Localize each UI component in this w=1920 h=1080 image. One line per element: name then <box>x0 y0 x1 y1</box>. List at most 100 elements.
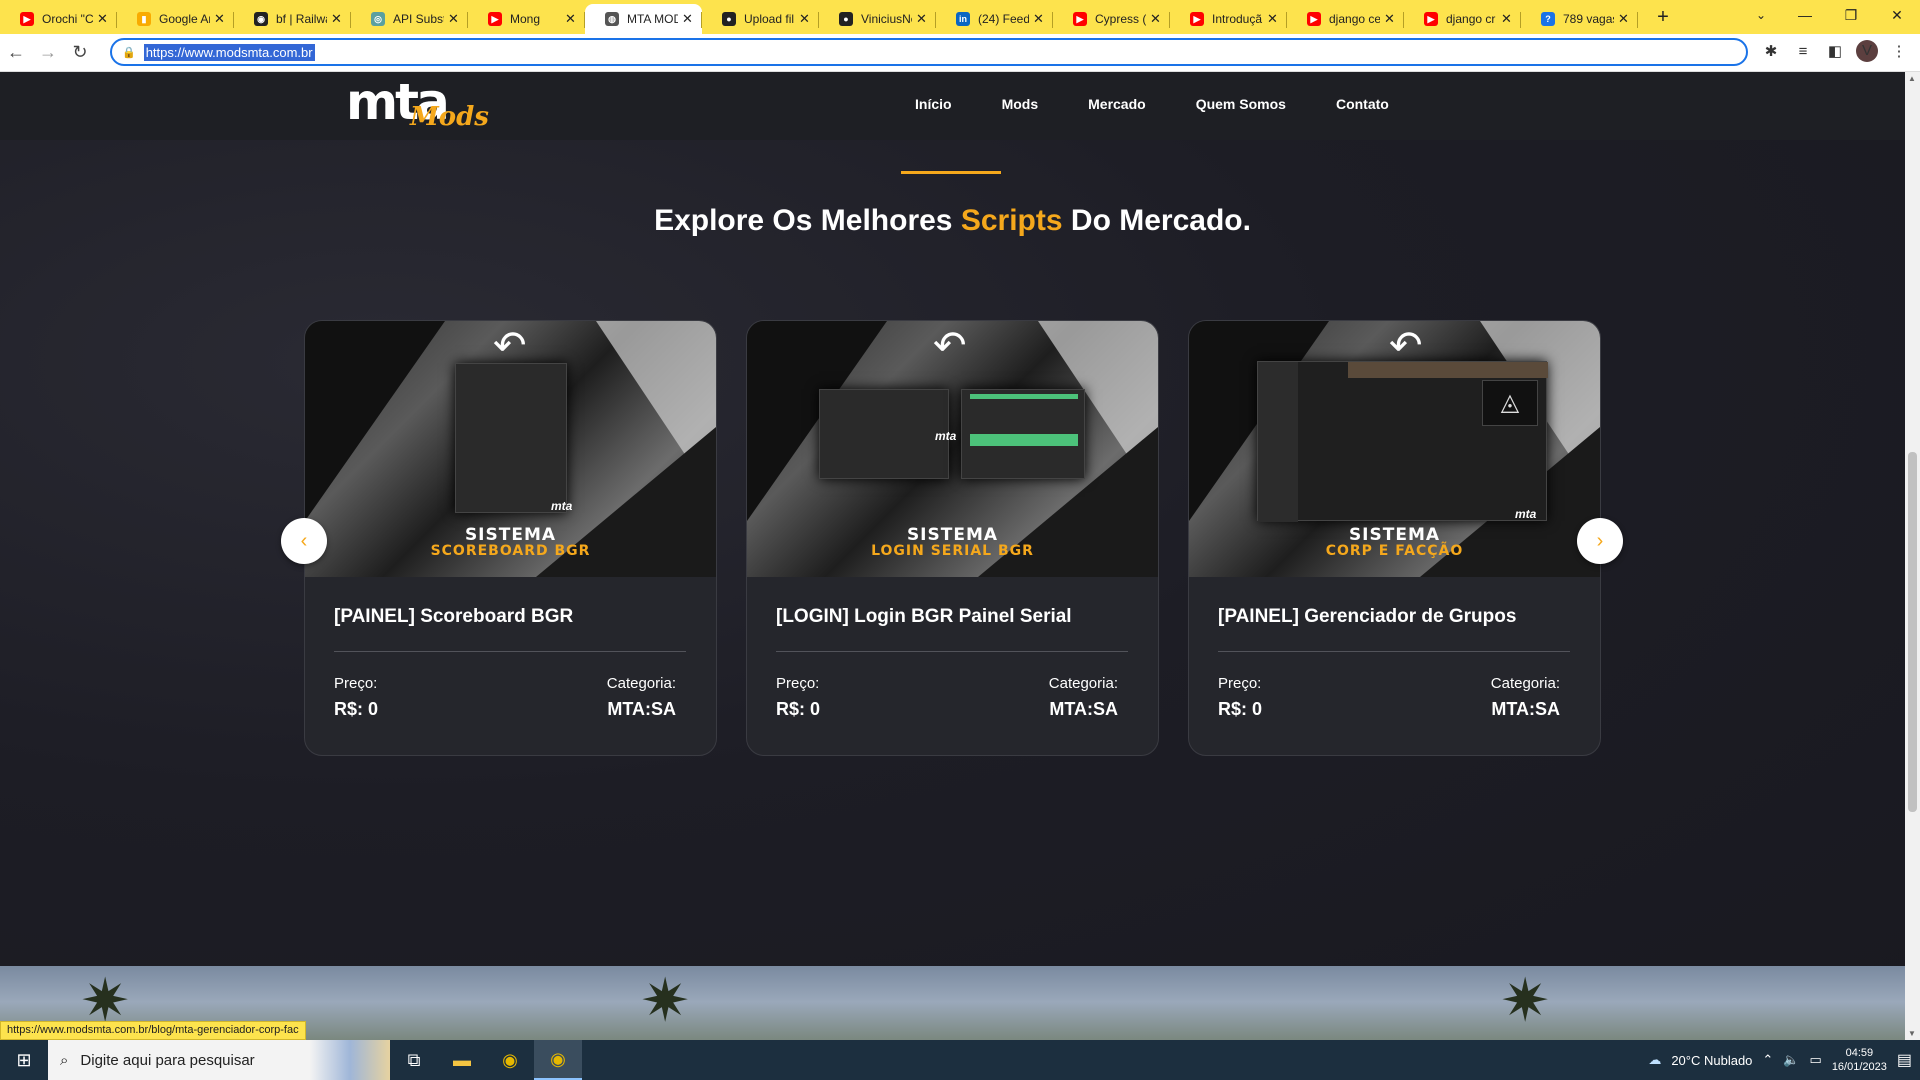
product-title[interactable]: [PAINEL] Scoreboard BGR <box>334 606 573 628</box>
tab-close-icon[interactable]: ✕ <box>1150 11 1162 27</box>
tab-title: Mong <box>510 12 541 26</box>
browser-tab[interactable]: ▶ django ce ✕ <box>1287 4 1404 34</box>
browser-tab[interactable]: ◎ API Subst ✕ <box>351 4 468 34</box>
browser-tab[interactable]: ● ViniciusNe ✕ <box>819 4 936 34</box>
main-nav: Início Mods Mercado Quem Somos Contato <box>915 96 1389 112</box>
price-value: R$: 0 <box>776 699 821 719</box>
site-logo[interactable]: mta Mods <box>346 74 489 138</box>
browser-tab[interactable]: ? 789 vagas ✕ <box>1521 4 1638 34</box>
tab-title: django cr <box>1446 12 1496 26</box>
browser-tab[interactable]: in (24) Feed ✕ <box>936 4 1053 34</box>
extensions-puzzle-icon[interactable]: ✱ <box>1760 42 1782 60</box>
tab-close-icon[interactable]: ✕ <box>565 11 577 27</box>
tab-search-chevron-icon[interactable]: ⌄ <box>1746 0 1776 30</box>
product-title[interactable]: [LOGIN] Login BGR Painel Serial <box>776 606 1072 628</box>
tab-close-icon[interactable]: ✕ <box>331 11 343 27</box>
scrollbar-thumb[interactable] <box>1908 452 1917 812</box>
web-page: mta Mods Início Mods Mercado Quem Somos … <box>0 72 1905 1040</box>
tab-close-icon[interactable]: ✕ <box>682 11 694 27</box>
side-panel-icon[interactable]: ◧ <box>1824 42 1846 60</box>
search-highlight-image <box>310 1040 390 1080</box>
weather-cloud-icon[interactable]: ☁ <box>1648 1052 1661 1068</box>
taskbar-search-placeholder: Digite aqui para pesquisar <box>80 1051 255 1069</box>
browser-tab[interactable]: ◍ MTA MOD ✕ <box>585 4 702 34</box>
chrome-icon[interactable]: ◉ <box>486 1040 534 1080</box>
minimize-button[interactable]: — <box>1782 0 1828 30</box>
tab-title: API Subst <box>393 12 444 26</box>
headline-post: Do Mercado. <box>1070 204 1251 237</box>
product-thumbnail[interactable]: ↶ mta SISTEMA SCOREBOARD BGR <box>305 321 716 577</box>
tab-title: Upload fil <box>744 12 795 26</box>
product-thumbnail[interactable]: ↶ ◬ mta SISTEMA CORP E FACÇÃO <box>1189 321 1600 577</box>
tab-close-icon[interactable]: ✕ <box>1618 11 1630 27</box>
file-explorer-icon[interactable]: ▬ <box>438 1040 486 1080</box>
profile-avatar[interactable]: V <box>1856 40 1878 62</box>
scroll-down-arrow-icon[interactable]: ▼ <box>1908 1029 1916 1038</box>
reload-button[interactable]: ↻ <box>64 42 96 63</box>
menu-kebab-icon[interactable]: ⋮ <box>1888 42 1910 60</box>
scroll-up-arrow-icon[interactable]: ▲ <box>1908 74 1916 83</box>
tab-close-icon[interactable]: ✕ <box>1384 11 1396 27</box>
headline-pre: Explore Os Melhores <box>654 204 953 237</box>
tab-title: (24) Feed <box>978 12 1029 26</box>
tab-title: Introduçã <box>1212 12 1263 26</box>
task-view-icon[interactable]: ⧉ <box>390 1040 438 1080</box>
tab-title: MTA MOD <box>627 12 678 26</box>
nav-quem-somos[interactable]: Quem Somos <box>1196 96 1286 112</box>
tray-chevron-icon[interactable]: ⌃ <box>1762 1052 1773 1068</box>
carousel-prev-button[interactable]: ‹ <box>281 518 327 564</box>
chrome-profile-icon[interactable]: ◉ <box>534 1040 582 1080</box>
tab-close-icon[interactable]: ✕ <box>97 11 109 27</box>
new-tab-button[interactable]: + <box>1648 2 1678 32</box>
card-divider <box>1218 651 1570 652</box>
lock-icon[interactable]: 🔒 <box>122 46 136 59</box>
browser-tab[interactable]: ▶ Orochi "Cl ✕ <box>0 4 117 34</box>
nav-contato[interactable]: Contato <box>1336 96 1389 112</box>
windows-start-icon[interactable]: ⊞ <box>0 1040 48 1080</box>
nav-mods[interactable]: Mods <box>1002 96 1039 112</box>
restore-button[interactable]: ❐ <box>1828 0 1874 30</box>
tab-close-icon[interactable]: ✕ <box>214 11 226 27</box>
weather-text[interactable]: 20°C Nublado <box>1671 1053 1752 1068</box>
volume-icon[interactable]: 🔈 <box>1783 1052 1799 1068</box>
url-input[interactable]: 🔒 https://www.modsmta.com.br <box>110 38 1748 66</box>
palm-tree-icon: ✷ <box>1500 967 1551 1034</box>
notifications-icon[interactable]: ▤ <box>1897 1050 1912 1070</box>
tab-close-icon[interactable]: ✕ <box>448 11 460 27</box>
tab-close-icon[interactable]: ✕ <box>1267 11 1279 27</box>
tab-close-icon[interactable]: ✕ <box>799 11 811 27</box>
carousel-next-button[interactable]: › <box>1577 518 1623 564</box>
nav-mercado[interactable]: Mercado <box>1088 96 1146 112</box>
tab-close-icon[interactable]: ✕ <box>916 11 928 27</box>
screenshot-preview: ◬ <box>1257 361 1548 522</box>
browser-tab[interactable]: ▶ Mong ✕ <box>468 4 585 34</box>
product-card[interactable]: ↶ mta SISTEMA LOGIN SERIAL BGR [LOGIN] L… <box>746 320 1159 756</box>
nav-inicio[interactable]: Início <box>915 96 952 112</box>
forward-button[interactable]: → <box>32 42 64 63</box>
mini-logo: mta <box>1515 507 1537 521</box>
browser-tab[interactable]: ▶ Introduçã ✕ <box>1170 4 1287 34</box>
tab-close-icon[interactable]: ✕ <box>1033 11 1045 27</box>
browser-tab[interactable]: ▶ django cr ✕ <box>1404 4 1521 34</box>
product-title[interactable]: [PAINEL] Gerenciador de Grupos <box>1218 606 1516 628</box>
page-scrollbar[interactable]: ▲ ▼ <box>1905 72 1920 1040</box>
close-window-button[interactable]: ✕ <box>1874 0 1920 30</box>
screenshot-preview <box>961 389 1085 479</box>
mini-logo: mta <box>935 429 957 443</box>
browser-tab[interactable]: ▶ Cypress (C ✕ <box>1053 4 1170 34</box>
tab-list: ▶ Orochi "Cl ✕ ▮ Google An ✕ ◉ bf | Railwa ✕ ◎ API… <box>0 0 1638 34</box>
media-queue-icon[interactable]: ≡ <box>1792 43 1814 60</box>
screenshot-preview <box>455 363 567 513</box>
network-icon[interactable]: ▭ <box>1810 1052 1822 1068</box>
back-button[interactable]: ← <box>0 42 32 63</box>
product-thumbnail[interactable]: ↶ mta SISTEMA LOGIN SERIAL BGR <box>747 321 1158 577</box>
product-card[interactable]: ↶ mta SISTEMA SCOREBOARD BGR [PAINEL] Sc… <box>304 320 717 756</box>
browser-tab[interactable]: ● Upload fil ✕ <box>702 4 819 34</box>
taskbar-search-box[interactable]: ⌕ Digite aqui para pesquisar <box>48 1040 390 1080</box>
toolbar-actions: ✱ ≡ ◧ V ⋮ <box>1760 40 1910 62</box>
product-card[interactable]: ↶ ◬ mta SISTEMA CORP E FACÇÃO [PAINEL] G… <box>1188 320 1601 756</box>
browser-tab[interactable]: ◉ bf | Railwa ✕ <box>234 4 351 34</box>
clock[interactable]: 04:59 16/01/2023 <box>1832 1046 1887 1074</box>
tab-close-icon[interactable]: ✕ <box>1501 11 1513 27</box>
browser-tab[interactable]: ▮ Google An ✕ <box>117 4 234 34</box>
